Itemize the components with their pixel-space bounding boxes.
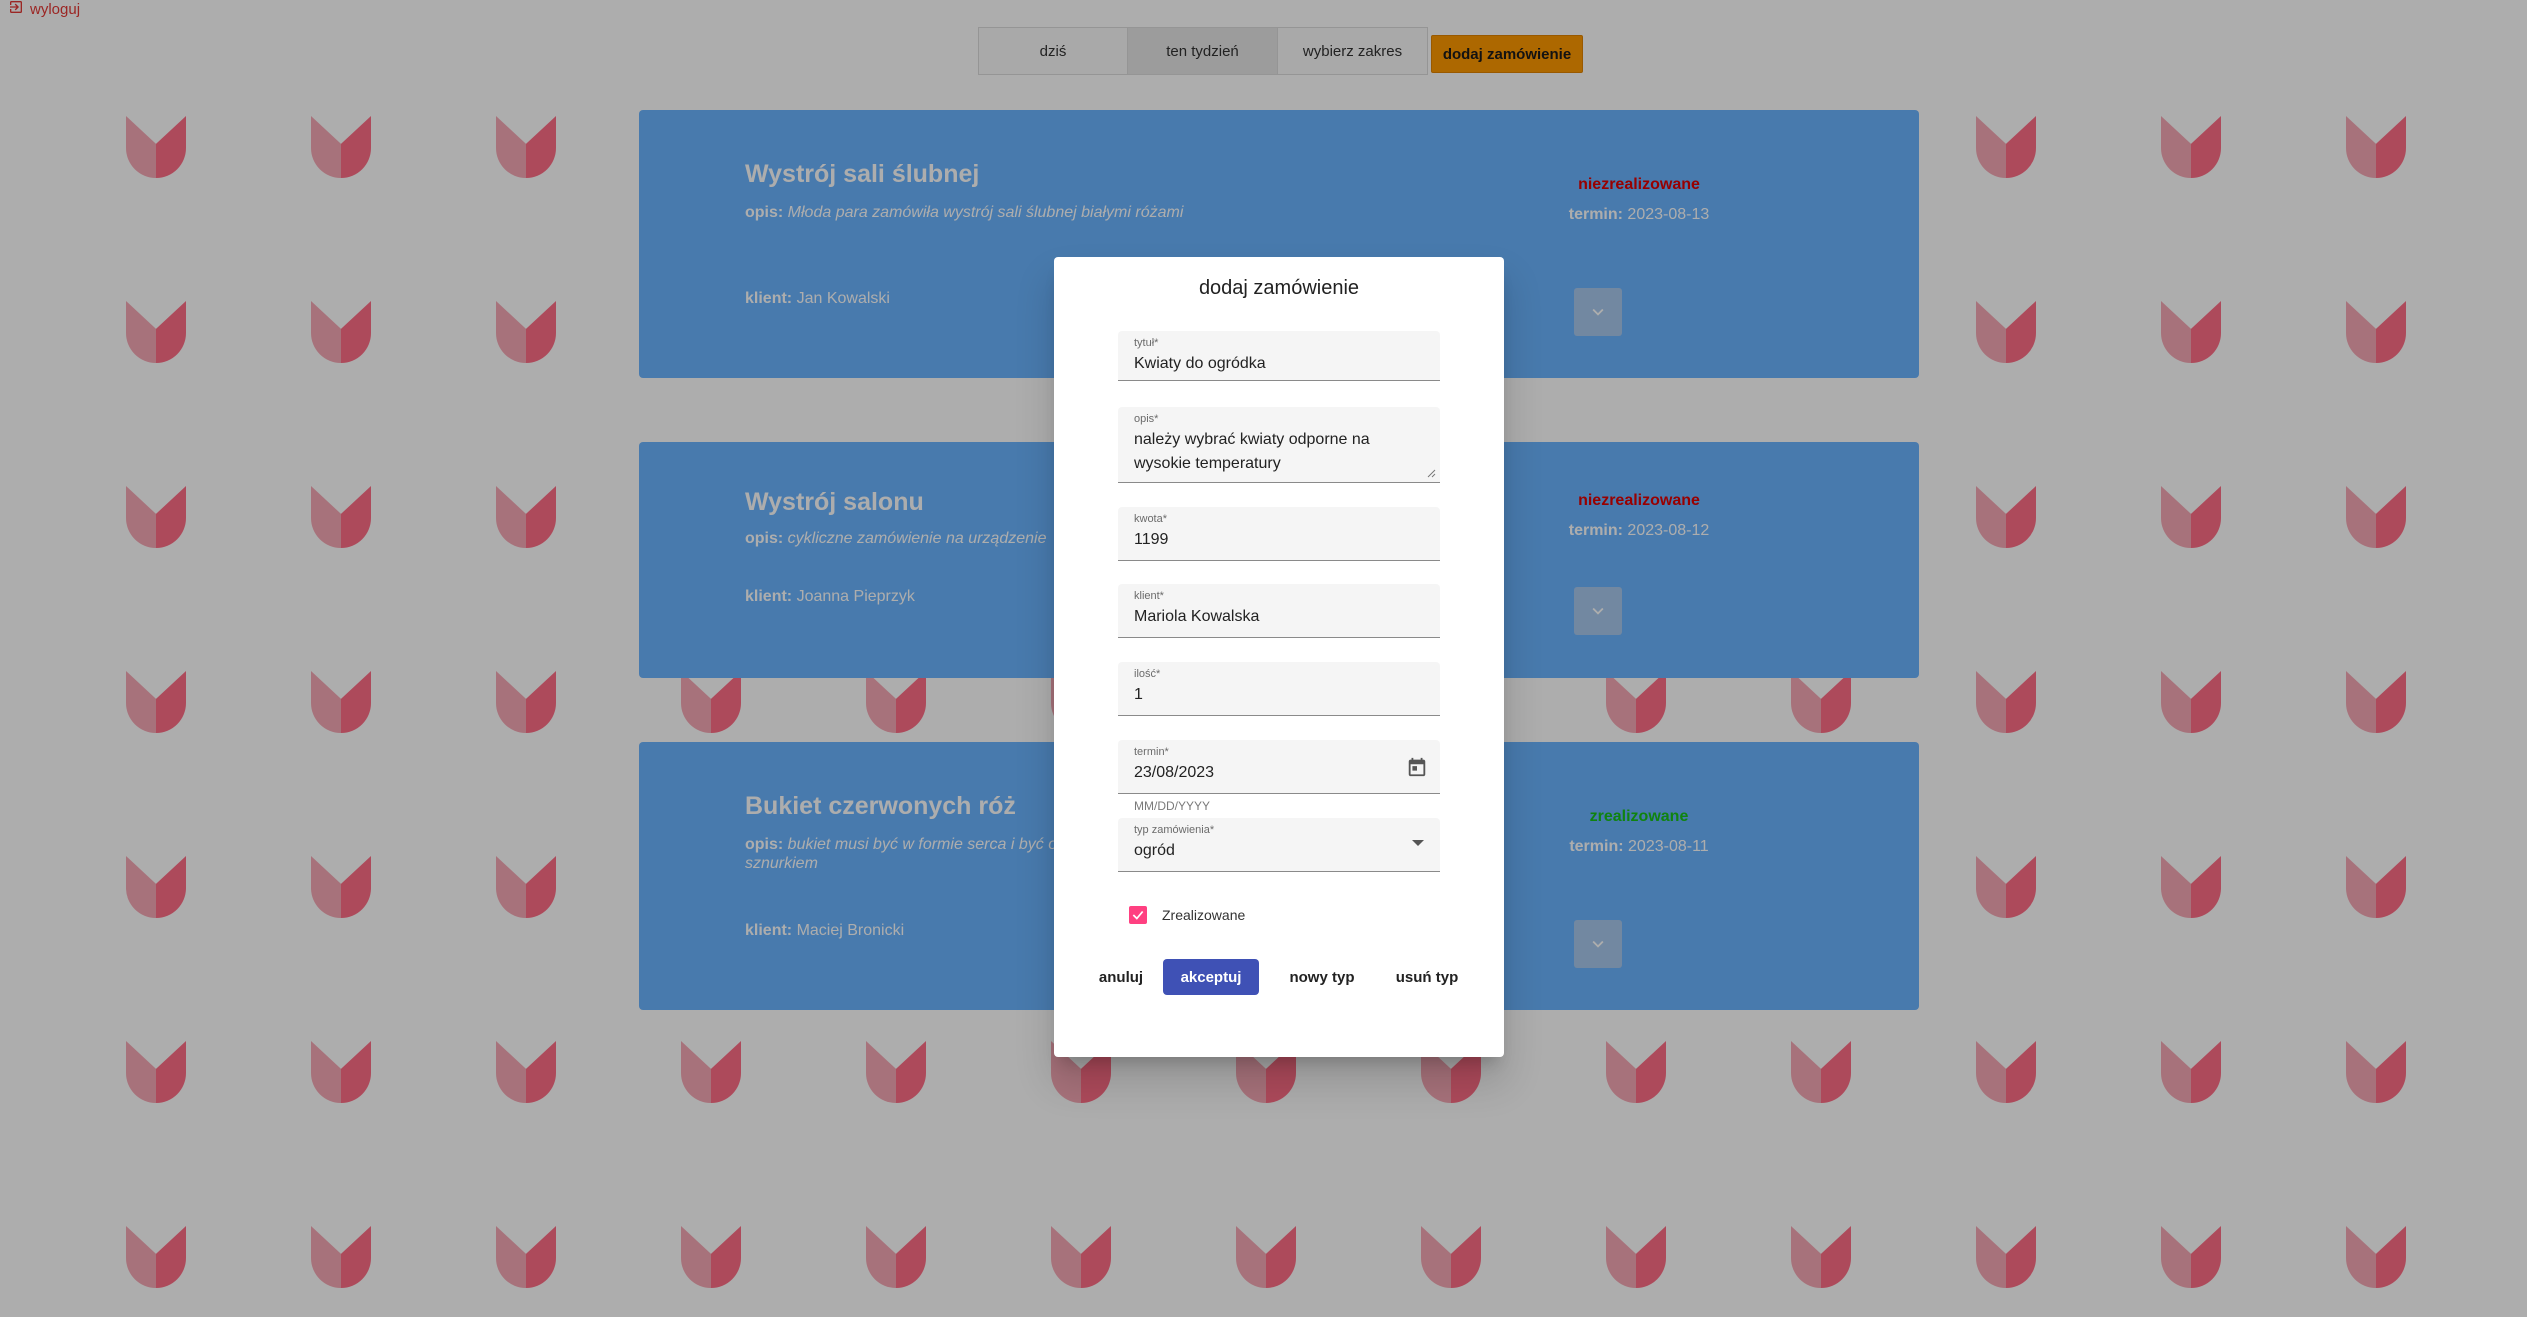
completed-checkbox-label: Zrealizowane: [1162, 907, 1246, 923]
date-field[interactable]: termin* 23/08/2023: [1118, 740, 1440, 794]
order-type-value: ogród: [1134, 842, 1175, 859]
client-field-value: Mariola Kowalska: [1134, 608, 1260, 625]
new-type-button[interactable]: nowy typ: [1274, 959, 1370, 995]
title-field-label: tytuł*: [1134, 337, 1159, 349]
amount-field[interactable]: kwota* 1199: [1118, 507, 1440, 561]
dropdown-arrow-icon: [1412, 840, 1424, 846]
order-type-label: typ zamówienia*: [1134, 824, 1215, 836]
quantity-field-label: ilość*: [1134, 668, 1161, 680]
completed-checkbox[interactable]: [1129, 906, 1147, 924]
date-format-hint: MM/DD/YYYY: [1134, 799, 1211, 813]
order-type-select[interactable]: typ zamówienia* ogród: [1118, 818, 1440, 872]
accept-button[interactable]: akceptuj: [1163, 959, 1259, 995]
title-field[interactable]: tytuł* Kwiaty do ogródka: [1118, 331, 1440, 381]
description-field[interactable]: opis* należy wybrać kwiaty odporne na wy…: [1118, 407, 1440, 483]
description-field-label: opis*: [1134, 413, 1159, 425]
resize-handle-icon[interactable]: [1426, 468, 1436, 478]
cancel-button[interactable]: anuluj: [1086, 959, 1156, 995]
check-icon: [1132, 910, 1144, 920]
client-field-label: klient*: [1134, 590, 1164, 602]
date-field-value: 23/08/2023: [1134, 764, 1215, 781]
title-field-value: Kwiaty do ogródka: [1134, 355, 1266, 372]
quantity-field-value: 1: [1134, 686, 1143, 703]
date-field-label: termin*: [1134, 746, 1169, 758]
dialog-title: dodaj zamówienie: [1198, 277, 1360, 299]
amount-field-value: 1199: [1134, 531, 1169, 548]
client-field[interactable]: klient* Mariola Kowalska: [1118, 584, 1440, 638]
amount-field-label: kwota*: [1134, 513, 1168, 525]
description-field-value: należy wybrać kwiaty odporne na wysokie …: [1134, 431, 1370, 472]
quantity-field[interactable]: ilość* 1: [1118, 662, 1440, 716]
delete-type-button[interactable]: usuń typ: [1378, 959, 1476, 995]
add-order-dialog: dodaj zamówienie tytuł* Kwiaty do ogródk…: [1054, 257, 1504, 1057]
calendar-icon[interactable]: [1406, 756, 1428, 778]
